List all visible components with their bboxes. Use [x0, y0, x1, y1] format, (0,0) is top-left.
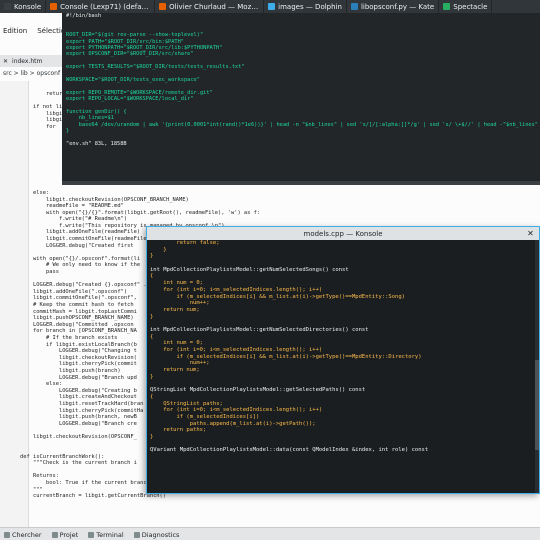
diagnostics-icon: [133, 531, 140, 538]
terminal-line: for (int i=0; i<m_selectedIndices.length…: [150, 286, 323, 293]
taskbar-item[interactable]: Konsole: [0, 0, 47, 13]
terminal-line: for (int i=0; i<m_selectedIndices.length…: [150, 407, 323, 414]
terminal-separator: [62, 181, 540, 185]
terminal-line: }: [150, 246, 167, 253]
taskbar-item-label: images — Dolphin: [278, 2, 342, 11]
terminal-line: QStringList paths;: [150, 400, 223, 407]
code-line: with open("{}/{}".format(libgit.getRoot(…: [20, 209, 261, 216]
spectacle-icon: [443, 3, 451, 10]
taskbar-item-label: Console (Lexp71) (default) — Mozilla: [60, 2, 150, 11]
terminal-env-sh[interactable]: #!/bin/bash ROOT_DIR="$(git rev-parse --s…: [62, 13, 540, 185]
terminal-line: }: [150, 253, 154, 260]
terminal-line: return false;: [150, 240, 220, 246]
terminal-line: int MpdCollectionPlaylistsModel::getNumS…: [150, 266, 349, 273]
kate-icon: [350, 3, 358, 10]
terminal-line: {: [150, 393, 154, 400]
close-icon[interactable]: ✕: [3, 58, 8, 65]
terminal-line: return num;: [150, 367, 200, 374]
terminal-line: for (int i=0; i<m_selectedIndices.length…: [150, 347, 323, 353]
code-line: else:: [20, 189, 50, 196]
terminal-line: int num = 0;: [150, 280, 203, 287]
terminal-line: {: [150, 333, 154, 340]
menu-edition[interactable]: Edition: [3, 27, 27, 41]
konsole-icon: [4, 3, 11, 10]
terminal-line: int num = 0;: [150, 340, 203, 347]
project-icon: [51, 531, 58, 538]
window-title: models.cpp — Konsole: [303, 229, 383, 238]
taskbar: Konsole Console (Lexp71) (default) — Mozi…: [0, 0, 540, 13]
terminal-line: "env.sh" 83L, 1858B: [66, 140, 127, 147]
terminal-line: {: [150, 273, 154, 280]
terminal-line: return paths;: [150, 427, 207, 434]
terminal-icon: [88, 531, 95, 538]
toolview-label: Projet: [59, 530, 79, 539]
terminal-line: num++;: [150, 300, 210, 307]
toolview-button[interactable]: Diagnostics: [133, 530, 180, 539]
taskbar-item-label: Konsole: [14, 2, 42, 11]
terminal-line: int MpdCollectionPlaylistsModel::getNumS…: [150, 326, 369, 333]
toolview-button[interactable]: Terminal: [88, 530, 124, 539]
taskbar-item-label: Spectacle: [453, 2, 488, 11]
terminal-line: if (m_selectedIndices[i]): [150, 413, 260, 420]
taskbar-item-label: libopsconf.py — Kate: [360, 2, 435, 11]
search-icon: [4, 531, 10, 538]
toolview-label: Diagnostics: [141, 530, 180, 539]
tab-index[interactable]: index.htm: [12, 58, 42, 65]
scrollbar[interactable]: [535, 240, 539, 493]
terminal-models-output[interactable]: return false; }} int MpdCollectionPlaylis…: [147, 240, 539, 493]
terminal-line: }: [150, 373, 154, 380]
terminal-line: if (m_selectedIndices[i] && m_list.at(i)…: [150, 293, 405, 300]
terminal-line: }: [150, 433, 154, 440]
code-line: f.write("# Readme\n"): [20, 216, 128, 223]
firefox-icon: [50, 3, 58, 10]
code-line: libgit.checkoutRevision(OPSCONF_BRANCH_N…: [20, 196, 189, 203]
window-titlebar[interactable]: models.cpp — Konsole ✕: [147, 227, 539, 240]
code-line: currentBranch = libgit.getCurrentBranch(…: [20, 493, 167, 500]
taskbar-item[interactable]: images — Dolphin: [264, 0, 347, 13]
taskbar-item[interactable]: Spectacle: [439, 0, 493, 13]
firefox-icon: [159, 3, 167, 10]
taskbar-item[interactable]: Console (Lexp71) (default) — Mozilla: [46, 0, 156, 13]
terminal-line: paths.append(m_list.at(i)->getPath());: [150, 420, 316, 427]
terminal-line: }: [150, 313, 154, 320]
taskbar-item[interactable]: Olivier Churlaud — Mozilla: [155, 0, 265, 13]
toolview-label: Chercher: [12, 530, 42, 539]
scrollbar-thumb[interactable]: [535, 360, 539, 450]
terminal-line: QVariant MpdCollectionPlaylistsModel::da…: [150, 447, 429, 454]
folder-icon: [268, 3, 276, 10]
terminal-line: num++;: [150, 360, 210, 367]
konsole-window-models[interactable]: models.cpp — Konsole ✕ return false; }} i…: [146, 226, 540, 494]
terminal-line: return num;: [150, 306, 200, 313]
toolview-button[interactable]: Chercher: [4, 531, 42, 539]
close-icon[interactable]: ✕: [526, 229, 535, 238]
taskbar-item[interactable]: libopsconf.py — Kate: [347, 0, 440, 13]
terminal-line: QStringList MpdCollectionPlaylistsModel:…: [150, 387, 366, 394]
terminal-line: base64 /dev/urandom | awk '{print(0.0001…: [66, 121, 538, 128]
taskbar-item-label: Olivier Churlaud — Mozilla: [169, 2, 260, 11]
toolview-button[interactable]: Projet: [51, 530, 79, 539]
editor-toolview-bar: Chercher Projet Terminal Diagnostics: [0, 527, 540, 540]
code-line: readmeFile = "README.md": [20, 203, 124, 210]
desktop-screen: Konsole Console (Lexp71) (default) — Mozi…: [0, 0, 540, 540]
toolview-label: Terminal: [96, 530, 124, 539]
terminal-line: if (m_selectedIndices[i] && m_list.at(i)…: [150, 353, 422, 360]
